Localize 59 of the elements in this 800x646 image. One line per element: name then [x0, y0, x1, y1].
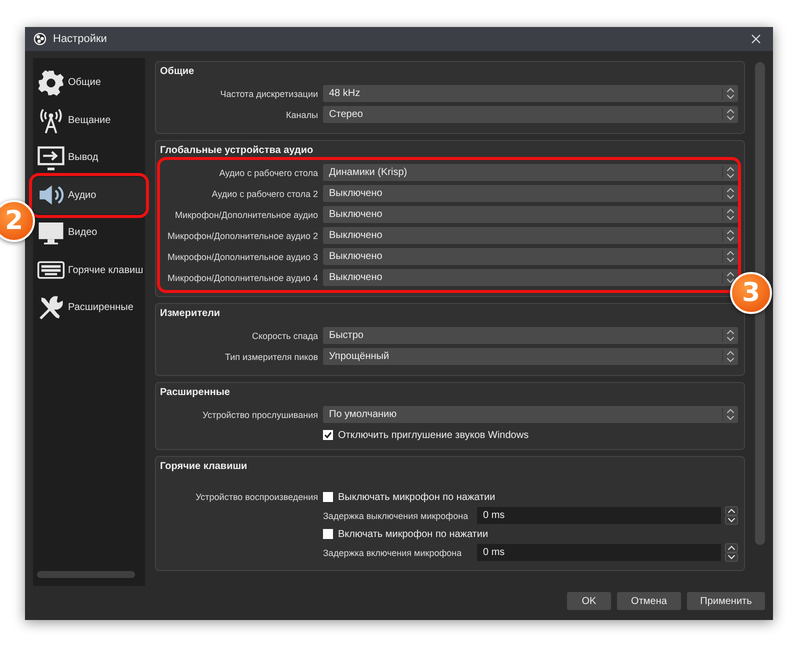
sidebar-item[interactable]: Вещание	[33, 102, 145, 139]
field-label: Микрофон/Дополнительное аудио	[174, 210, 318, 220]
field-label: Аудио с рабочего стола	[218, 168, 318, 178]
field-label: Микрофон/Дополнительное аудио 3	[166, 252, 318, 262]
group-title: Глобальные устройства аудио	[160, 144, 314, 158]
dialog-button[interactable]: Отмена	[617, 592, 681, 610]
sidebar-item[interactable]: Горячие клавиш	[33, 252, 145, 289]
gear-icon	[37, 68, 65, 97]
scrollbar[interactable]	[37, 571, 135, 578]
group-title: Горячие клавиши	[160, 460, 248, 474]
field-label: Скорость спада	[250, 330, 318, 340]
field-label: Микрофон/Дополнительное аудио 4	[166, 272, 318, 282]
sidebar-item[interactable]: Аудио	[33, 176, 145, 214]
field-label: Тип измерителя пиков	[224, 352, 318, 362]
field-label: Микрофон/Дополнительное аудио 2	[166, 230, 318, 240]
dropdown[interactable]: Быстро	[323, 327, 738, 344]
app-logo-icon	[33, 32, 47, 46]
dropdown[interactable]: Стерео	[323, 106, 738, 123]
group-title: Общие	[160, 65, 196, 79]
checkbox-label: Отключить приглушение звуков Windows	[338, 430, 529, 440]
spin-buttons-icon[interactable]	[725, 543, 738, 562]
number-field[interactable]: 0 ms	[477, 544, 721, 561]
checkbox[interactable]	[323, 529, 333, 539]
dropdown[interactable]: Выключено	[323, 269, 738, 286]
callout-badge: 2	[0, 200, 35, 242]
checkbox-label: Включать микрофон по нажатии	[338, 528, 488, 540]
checkbox[interactable]	[323, 492, 333, 502]
field-label: Устройство прослушивания	[201, 410, 318, 420]
monitor-arrow-icon	[37, 144, 65, 172]
close-icon[interactable]	[751, 34, 761, 44]
field-label: Задержка включения микрофона	[323, 548, 463, 558]
group-title: Измерители	[160, 307, 222, 321]
dropdown[interactable]: Выключено	[323, 248, 738, 265]
group-title: Расширенные	[160, 386, 231, 400]
sidebar-item[interactable]: Общие	[33, 64, 145, 102]
tools-icon	[37, 294, 65, 322]
dialog-button[interactable]: OK	[567, 592, 611, 610]
dropdown[interactable]: Упрощённый	[323, 348, 738, 365]
dropdown[interactable]: Выключено	[323, 206, 738, 223]
number-field[interactable]: 0 ms	[477, 507, 721, 524]
spin-buttons-icon[interactable]	[725, 506, 738, 525]
checkbox[interactable]	[323, 430, 333, 440]
field-label: Аудио с рабочего стола 2	[210, 188, 318, 198]
dropdown[interactable]: Выключено	[323, 227, 738, 244]
window-title: Настройки	[53, 33, 108, 45]
checkbox-label: Выключать микрофон по нажатии	[338, 492, 496, 502]
sidebar-item[interactable]: Видео	[33, 214, 145, 252]
field-label: Устройство воспроизведения	[194, 491, 318, 504]
sidebar-item[interactable]: Расширенные	[33, 289, 145, 326]
field-label: Частота дискретизации	[219, 88, 318, 98]
dropdown[interactable]: 48 kHz	[323, 85, 738, 102]
sidebar-item[interactable]: Вывод	[33, 139, 145, 176]
antenna-icon	[37, 106, 65, 134]
dropdown[interactable]: Динамики (Krisp)	[323, 164, 738, 181]
dialog-button[interactable]: Применить	[687, 592, 765, 610]
field-label: Задержка выключения микрофона	[323, 510, 470, 520]
field-label: Каналы	[285, 110, 318, 120]
dropdown[interactable]: По умолчанию	[323, 406, 738, 423]
dropdown[interactable]: Выключено	[323, 185, 738, 202]
